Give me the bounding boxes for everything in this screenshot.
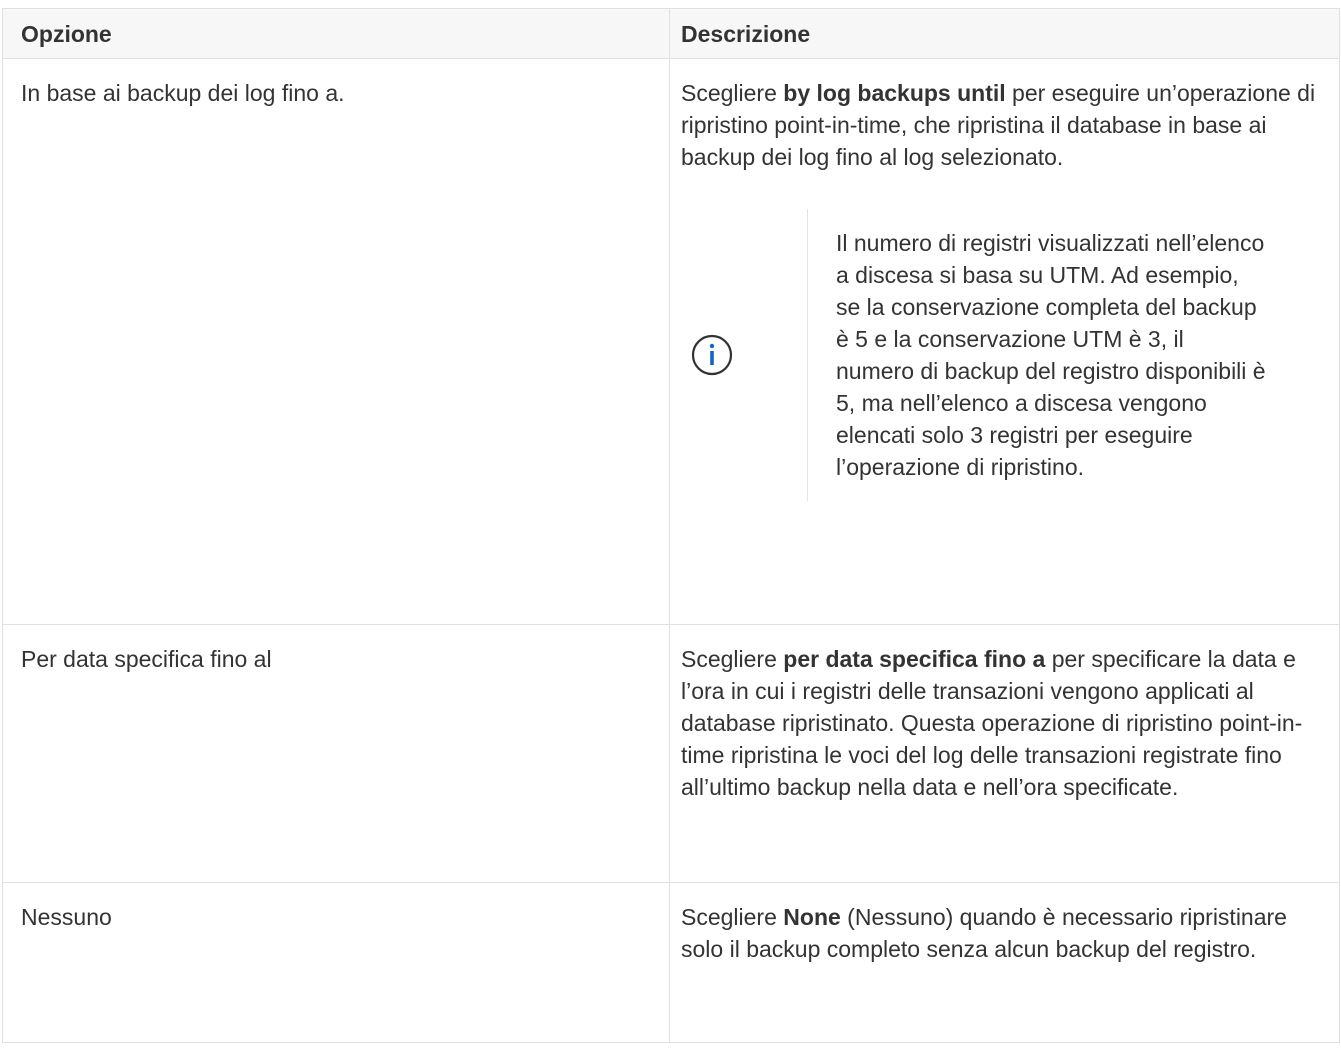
description-cell: Scegliere None (Nessuno) quando è necess…	[669, 882, 1340, 1043]
header-option: Opzione	[2, 8, 670, 59]
description-lead: Scegliere	[681, 80, 784, 106]
description-cell: Scegliere by log backups until per esegu…	[669, 58, 1340, 625]
header-row: Opzione Descrizione	[2, 8, 1340, 59]
description-keyword: by log backups until	[783, 80, 1006, 106]
info-note-icon-column	[689, 209, 807, 501]
table-row: Nessuno Scegliere None (Nessuno) quando …	[2, 882, 1340, 1043]
header-description: Descrizione	[669, 8, 1340, 59]
option-cell: Per data specifica fino al	[2, 624, 670, 883]
info-note: Il numero di registri visualizzati nell’…	[689, 209, 1323, 501]
info-note-text: Il numero di registri visualizzati nell’…	[807, 209, 1267, 501]
description-text: Scegliere by log backups until per esegu…	[681, 77, 1323, 173]
info-icon	[689, 332, 735, 378]
table-body: In base ai backup dei log fino a. Scegli…	[2, 58, 1340, 1043]
description-keyword: None	[783, 904, 841, 930]
option-cell: Nessuno	[2, 882, 670, 1043]
option-cell: In base ai backup dei log fino a.	[2, 58, 670, 625]
description-cell: Scegliere per data specifica fino a per …	[669, 624, 1340, 883]
description-lead: Scegliere	[681, 904, 784, 930]
description-keyword: per data specifica fino a	[783, 646, 1046, 672]
table-header: Opzione Descrizione	[2, 8, 1340, 59]
table-row: In base ai backup dei log fino a. Scegli…	[2, 58, 1340, 625]
description-text: Scegliere None (Nessuno) quando è necess…	[681, 901, 1323, 965]
description-lead: Scegliere	[681, 646, 784, 672]
table-row: Per data specifica fino al Scegliere per…	[2, 624, 1340, 883]
description-text: Scegliere per data specifica fino a per …	[681, 643, 1323, 803]
options-table: Opzione Descrizione In base ai backup de…	[2, 8, 1340, 1043]
